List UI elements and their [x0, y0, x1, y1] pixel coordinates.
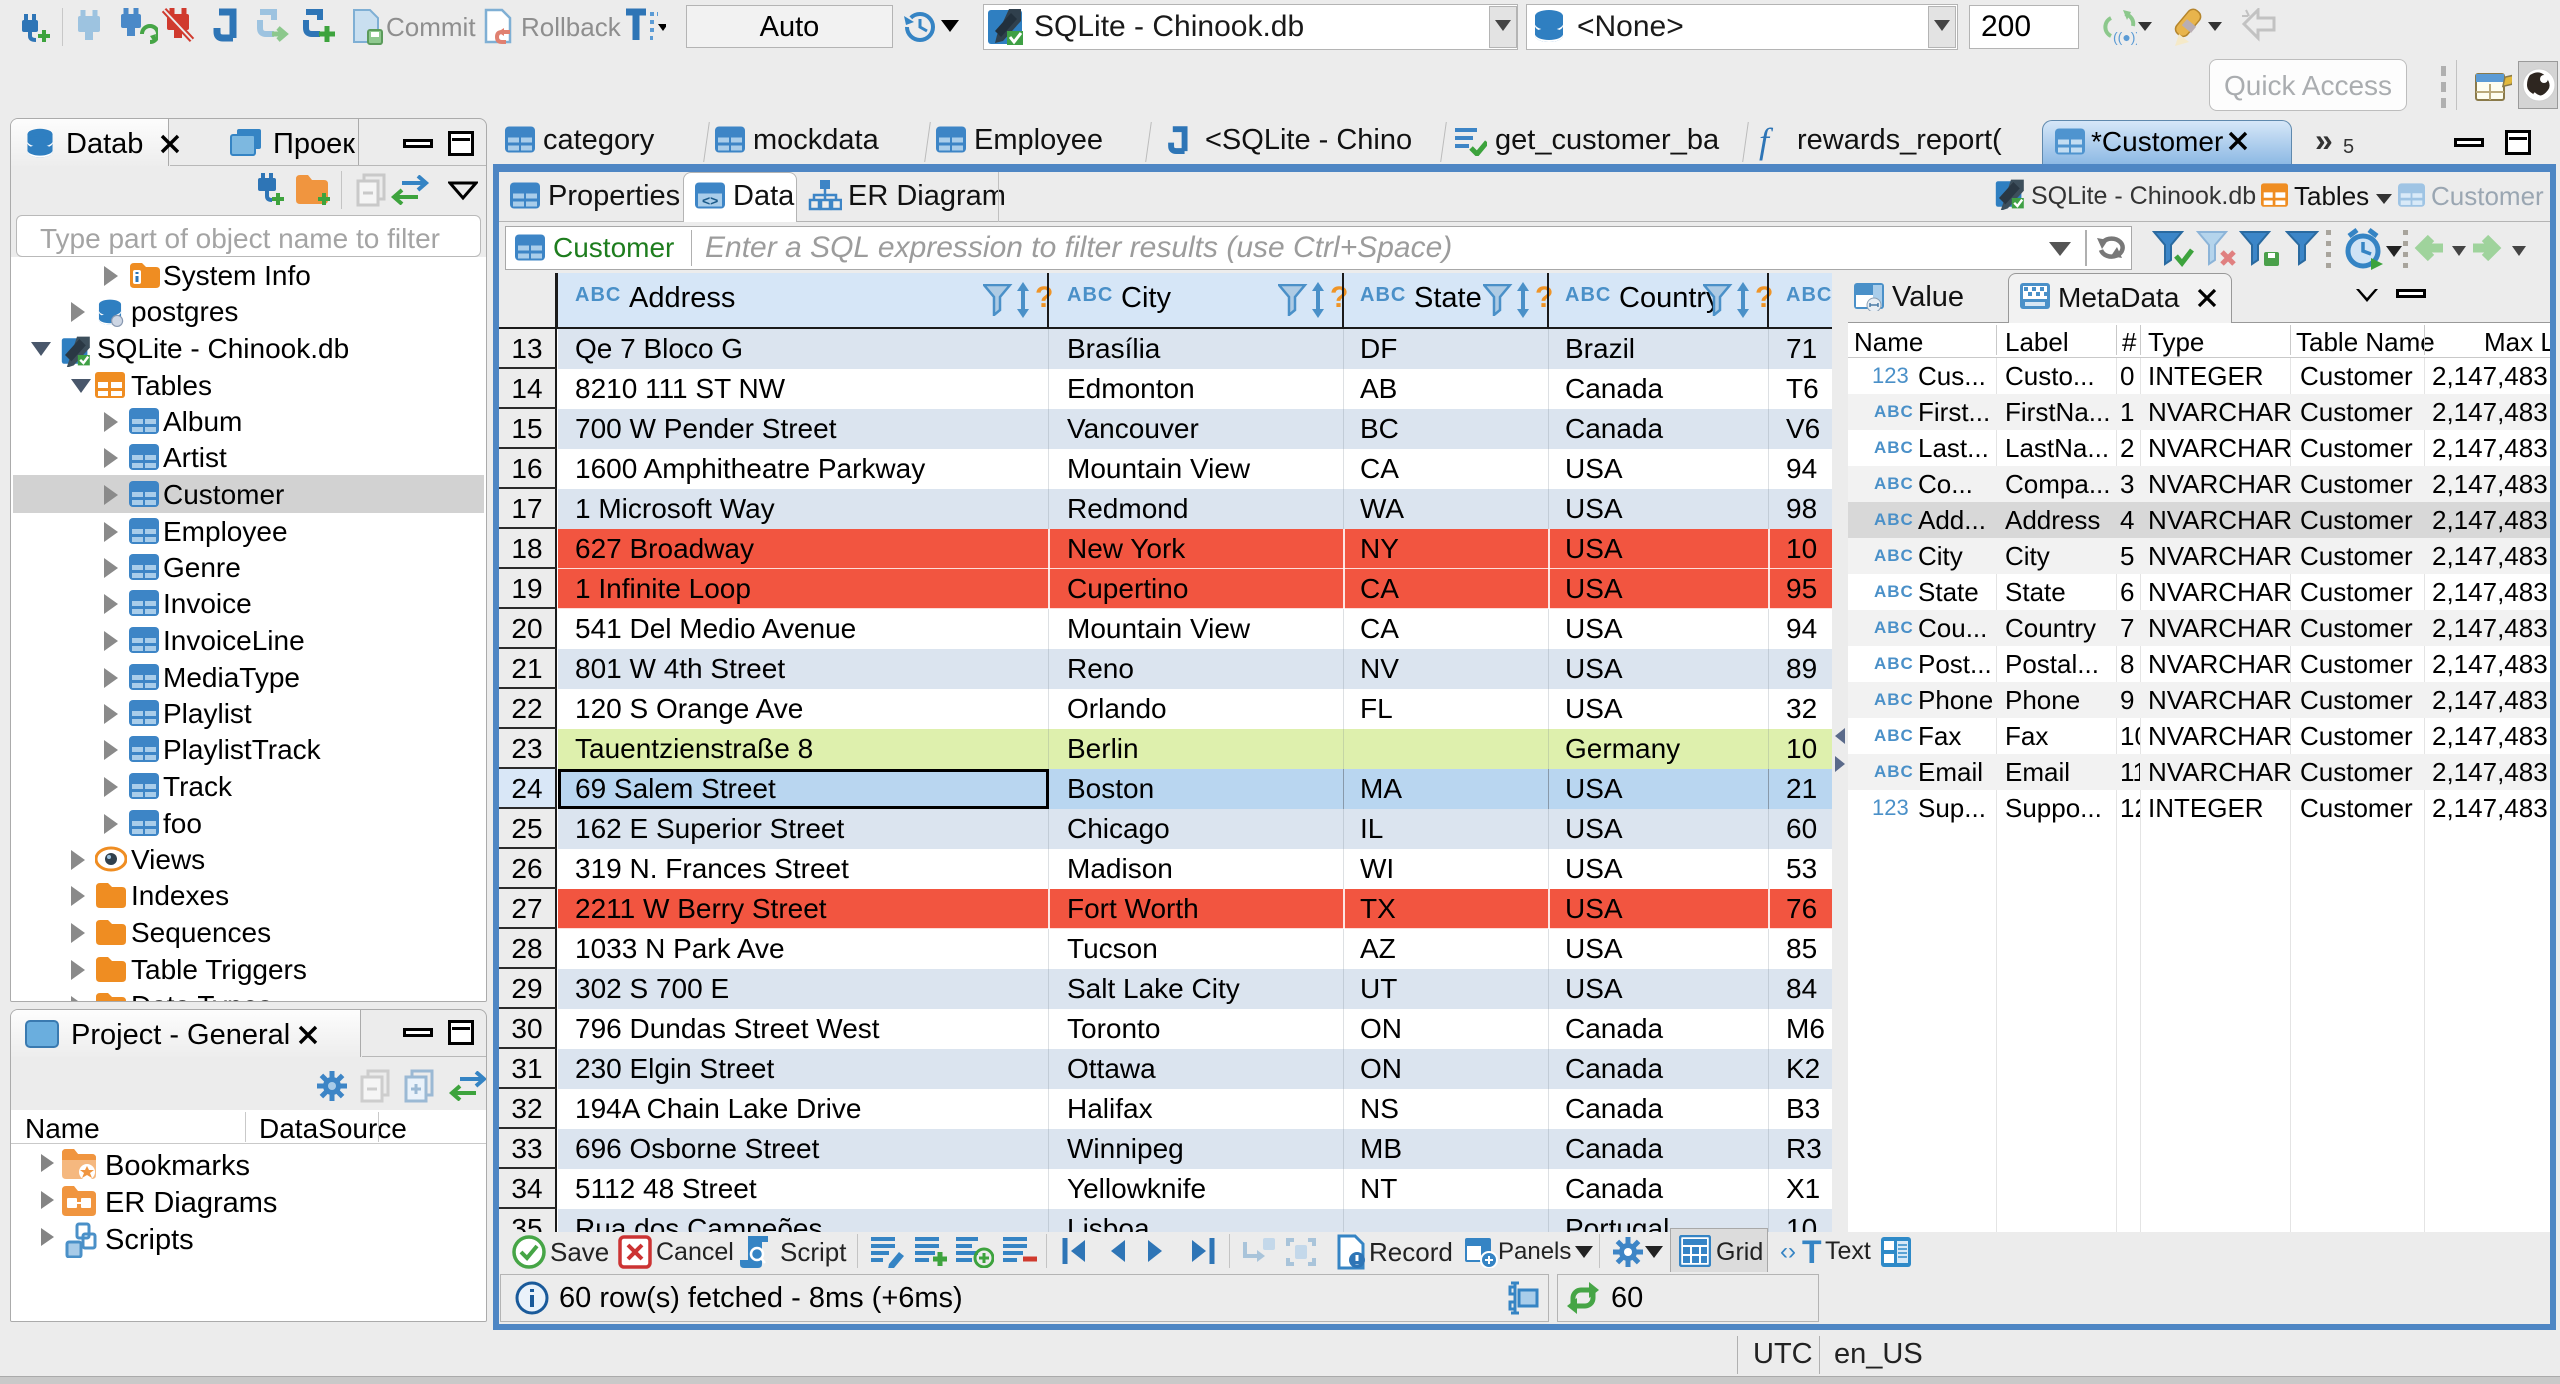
svg-text:<>: <>	[702, 193, 718, 209]
svg-text:((●)): ((●))	[2113, 29, 2137, 45]
